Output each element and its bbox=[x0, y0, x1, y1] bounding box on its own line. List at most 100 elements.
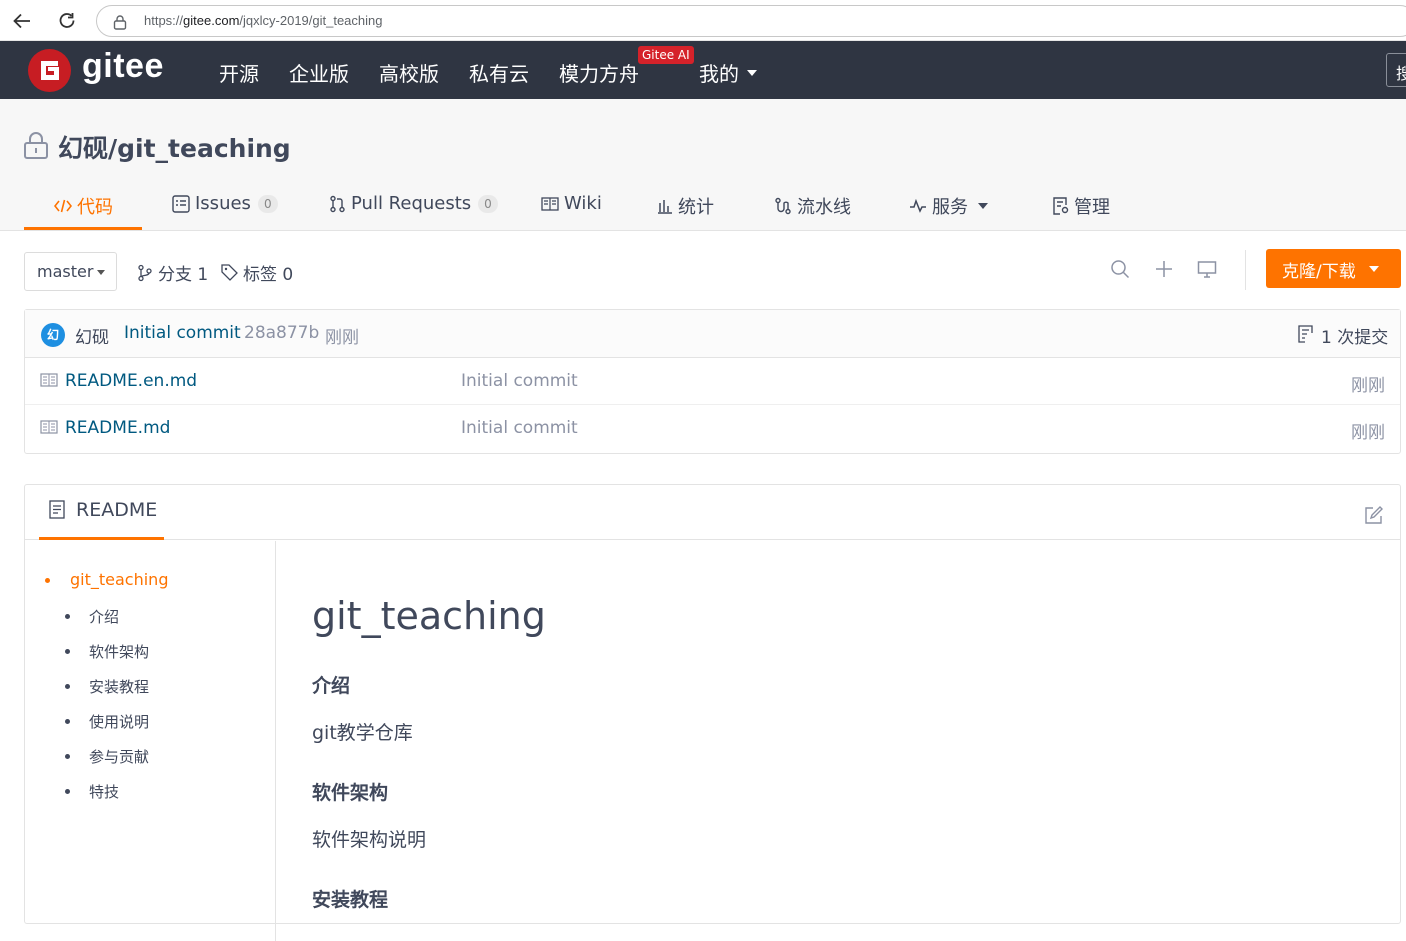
tab-pull-requests-label: Pull Requests bbox=[351, 193, 472, 214]
tab-pipeline-label: 流水线 bbox=[797, 197, 851, 218]
tag-icon bbox=[221, 264, 238, 281]
wiki-icon bbox=[541, 196, 559, 211]
toc-item[interactable]: git_teaching bbox=[45, 570, 168, 589]
edit-icon[interactable] bbox=[1364, 506, 1383, 525]
chevron-down-icon bbox=[97, 270, 105, 275]
readme-title: git_teaching bbox=[312, 594, 546, 638]
project-header: 幻砚/git_teaching 代码 Issues 0 Pull Request… bbox=[0, 99, 1406, 231]
file-row[interactable]: README.en.md Initial commit 刚刚 bbox=[25, 358, 1400, 405]
tab-services[interactable]: 服务 bbox=[909, 193, 988, 219]
file-commit-time: 刚刚 bbox=[1351, 376, 1385, 396]
url-text: https://gitee.com/jqxlcy-2019/git_teachi… bbox=[144, 13, 383, 28]
commit-message[interactable]: Initial commit bbox=[124, 323, 241, 343]
active-tab-indicator bbox=[24, 227, 142, 230]
file-commit-time: 刚刚 bbox=[1351, 423, 1385, 443]
clone-download-button[interactable]: 克隆/下载 bbox=[1266, 249, 1401, 288]
branch-select[interactable]: master bbox=[24, 252, 117, 291]
readme-panel: README git_teaching 介绍 软件架构 安装教程 使用说明 参与… bbox=[24, 484, 1401, 941]
file-commit-message[interactable]: Initial commit bbox=[461, 371, 578, 391]
toc-item[interactable]: 安装教程 bbox=[65, 676, 149, 697]
commit-hash[interactable]: 28a877b bbox=[244, 323, 319, 343]
section-text: 软件架构说明 bbox=[312, 829, 427, 851]
repo-title[interactable]: 幻砚/git_teaching bbox=[58, 129, 291, 165]
tab-wiki-label: Wiki bbox=[564, 193, 602, 214]
file-name[interactable]: README.md bbox=[65, 418, 170, 438]
file-list: 幻 幻砚 Initial commit 28a877b 刚刚 1 次提交 REA… bbox=[24, 309, 1401, 454]
branches-label: 分支 1 bbox=[158, 265, 209, 285]
web-ide-icon[interactable] bbox=[1197, 259, 1217, 279]
chevron-down-icon bbox=[747, 70, 757, 76]
toc-item[interactable]: 介绍 bbox=[65, 606, 119, 627]
browser-toolbar: https://gitee.com/jqxlcy-2019/git_teachi… bbox=[0, 0, 1406, 41]
latest-commit-row: 幻 幻砚 Initial commit 28a877b 刚刚 1 次提交 bbox=[25, 310, 1400, 358]
commit-history-icon[interactable] bbox=[1298, 325, 1314, 343]
tab-code-label: 代码 bbox=[77, 197, 113, 218]
gitee-ai-badge: Gitee AI bbox=[638, 46, 694, 64]
readme-header: README bbox=[25, 485, 1400, 540]
nav-private-cloud[interactable]: 私有云 bbox=[469, 58, 529, 87]
clone-download-label: 克隆/下载 bbox=[1282, 262, 1356, 282]
commit-author[interactable]: 幻砚 bbox=[75, 323, 109, 348]
address-bar[interactable]: https://gitee.com/jqxlcy-2019/git_teachi… bbox=[96, 5, 1406, 37]
tab-pipeline[interactable]: 流水线 bbox=[774, 193, 851, 219]
issues-icon bbox=[172, 194, 190, 213]
file-row[interactable]: README.md Initial commit 刚刚 bbox=[25, 405, 1400, 452]
header-search-button[interactable]: 搜 bbox=[1386, 53, 1406, 87]
document-icon bbox=[49, 500, 65, 519]
commit-time: 刚刚 bbox=[325, 328, 359, 348]
toc-item[interactable]: 使用说明 bbox=[65, 711, 149, 732]
gitee-logo-icon[interactable] bbox=[28, 49, 71, 92]
tab-stats[interactable]: 统计 bbox=[657, 193, 714, 219]
tab-issues[interactable]: Issues 0 bbox=[172, 193, 278, 214]
nav-mine[interactable]: 我的 bbox=[699, 58, 739, 87]
file-icon bbox=[40, 420, 58, 434]
branch-icon bbox=[137, 264, 153, 282]
tab-wiki[interactable]: Wiki bbox=[541, 193, 602, 214]
readme-tab[interactable]: README bbox=[39, 485, 164, 540]
logo-text[interactable]: gitee bbox=[82, 47, 164, 86]
bar-chart-icon bbox=[657, 198, 673, 214]
pull-request-icon bbox=[329, 195, 346, 213]
tags-link[interactable]: 标签 0 bbox=[221, 260, 293, 285]
branch-name: master bbox=[37, 262, 94, 281]
toolbar-divider bbox=[1245, 250, 1246, 290]
section-heading: 介绍 bbox=[312, 675, 351, 697]
branches-link[interactable]: 分支 1 bbox=[137, 260, 208, 285]
issues-count-badge: 0 bbox=[257, 194, 278, 213]
manage-icon bbox=[1053, 197, 1069, 215]
nav-education[interactable]: 高校版 bbox=[379, 58, 439, 87]
toc-item[interactable]: 特技 bbox=[65, 781, 119, 802]
file-commit-message[interactable]: Initial commit bbox=[461, 418, 578, 438]
pulse-icon bbox=[909, 199, 927, 213]
section-heading: 软件架构 bbox=[312, 782, 389, 804]
tab-issues-label: Issues bbox=[195, 193, 251, 214]
file-icon bbox=[40, 373, 58, 387]
lock-icon bbox=[113, 14, 127, 30]
tags-label: 标签 0 bbox=[243, 265, 294, 285]
tab-code[interactable]: 代码 bbox=[54, 193, 113, 219]
section-heading: 安装教程 bbox=[312, 889, 389, 911]
section-text: git教学仓库 bbox=[312, 722, 413, 744]
nav-moli-fangzhou[interactable]: 模力方舟 bbox=[559, 58, 639, 87]
nav-open-source[interactable]: 开源 bbox=[219, 58, 259, 87]
tab-manage-label: 管理 bbox=[1074, 197, 1110, 218]
nav-enterprise[interactable]: 企业版 bbox=[289, 58, 349, 87]
file-name[interactable]: README.en.md bbox=[65, 371, 197, 391]
reload-icon[interactable] bbox=[56, 10, 78, 32]
tab-manage[interactable]: 管理 bbox=[1053, 193, 1110, 219]
commit-count[interactable]: 1 次提交 bbox=[1321, 323, 1388, 348]
back-icon[interactable] bbox=[11, 10, 33, 32]
private-lock-icon bbox=[23, 131, 49, 159]
search-icon[interactable] bbox=[1110, 259, 1130, 279]
site-header: gitee 开源 企业版 高校版 私有云 模力方舟 我的 搜 bbox=[0, 41, 1406, 99]
chevron-down-icon bbox=[1369, 266, 1379, 272]
add-file-icon[interactable] bbox=[1154, 259, 1174, 279]
readme-toc: git_teaching 介绍 软件架构 安装教程 使用说明 参与贡献 特技 bbox=[25, 541, 276, 941]
toc-item[interactable]: 软件架构 bbox=[65, 641, 149, 662]
pulls-count-badge: 0 bbox=[478, 194, 498, 213]
tab-pull-requests[interactable]: Pull Requests 0 bbox=[329, 193, 498, 214]
code-icon bbox=[54, 198, 72, 214]
toc-item[interactable]: 参与贡献 bbox=[65, 746, 149, 767]
tab-services-label: 服务 bbox=[932, 197, 968, 218]
avatar[interactable]: 幻 bbox=[41, 323, 65, 347]
